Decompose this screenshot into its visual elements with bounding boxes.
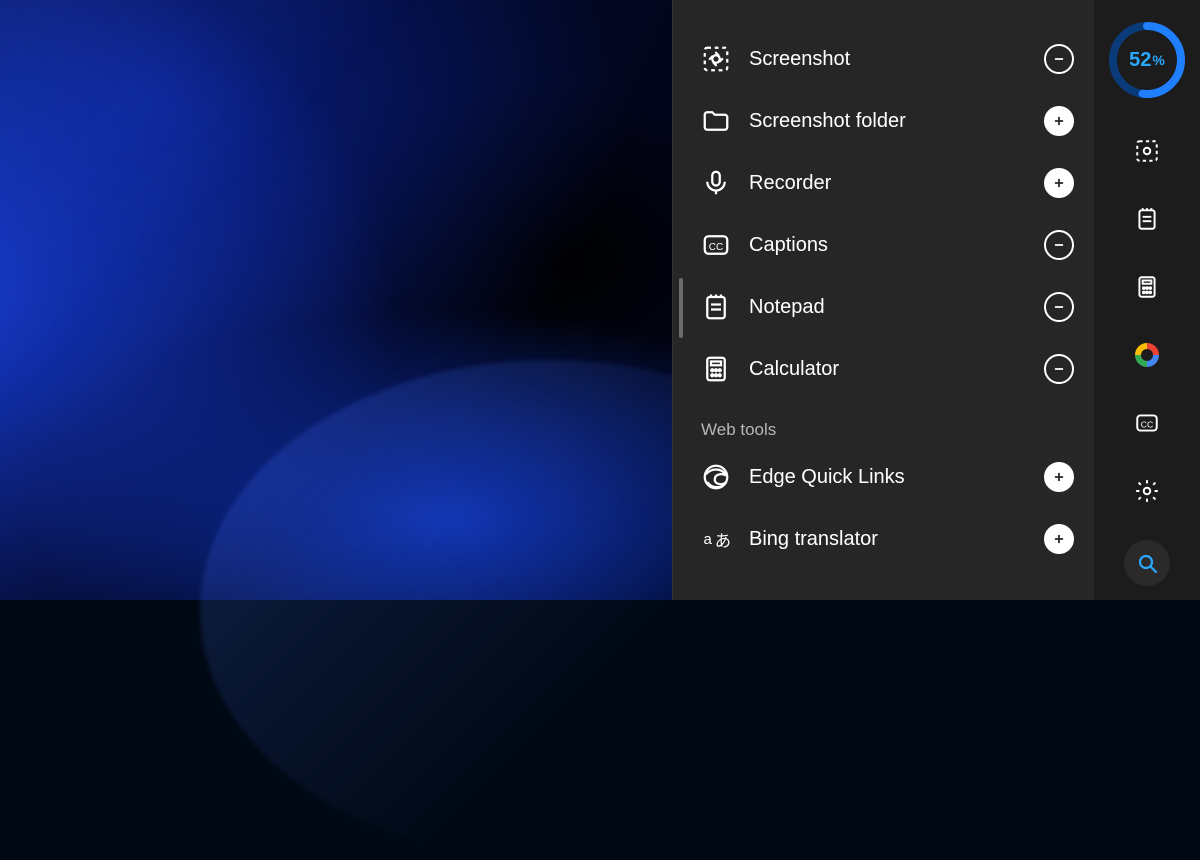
gauge-value: 52% (1105, 18, 1189, 102)
tool-label: Captions (749, 234, 1026, 257)
remove-button[interactable] (1044, 292, 1074, 322)
tool-label: Screenshot (749, 48, 1026, 71)
tool-row-captions[interactable]: CC Captions (701, 214, 1074, 276)
add-button[interactable] (1044, 168, 1074, 198)
notepad-icon (701, 292, 731, 322)
translate-icon: aあ (701, 524, 731, 554)
tool-label: Screenshot folder (749, 110, 1026, 133)
svg-text:a: a (704, 531, 713, 548)
folder-icon (701, 106, 731, 136)
sidebar-settings-icon[interactable] (1128, 472, 1166, 510)
sidebar-google-icon[interactable] (1128, 336, 1166, 374)
performance-gauge[interactable]: 52% (1105, 18, 1189, 102)
tool-row-screenshot-folder[interactable]: Screenshot folder (701, 90, 1074, 152)
add-button[interactable] (1044, 524, 1074, 554)
svg-text:あ: あ (715, 533, 731, 551)
svg-text:CC: CC (709, 242, 723, 253)
tool-label: Recorder (749, 172, 1026, 195)
screenshot-icon (701, 44, 731, 74)
tool-row-calculator[interactable]: Calculator (701, 338, 1074, 400)
sidebar-screenshot-icon[interactable] (1128, 132, 1166, 170)
google-icon (1135, 343, 1159, 367)
tool-row-edge-quick-links[interactable]: Edge Quick Links (701, 446, 1074, 508)
section-header-web-tools: Web tools (701, 400, 1074, 446)
edge-icon (701, 462, 731, 492)
tool-row-recorder[interactable]: Recorder (701, 152, 1074, 214)
remove-button[interactable] (1044, 354, 1074, 384)
tool-row-screenshot[interactable]: Screenshot (701, 28, 1074, 90)
scrollbar-thumb[interactable] (679, 278, 683, 338)
sidebar-notepad-icon[interactable] (1128, 200, 1166, 238)
add-button[interactable] (1044, 462, 1074, 492)
sidebar-captions-icon[interactable]: CC (1128, 404, 1166, 442)
tools-panel: Screenshot Screenshot folder Recorder CC… (672, 0, 1094, 600)
tool-label: Bing translator (749, 528, 1026, 551)
tool-label: Edge Quick Links (749, 466, 1026, 489)
tool-row-notepad[interactable]: Notepad (701, 276, 1074, 338)
tool-label: Calculator (749, 358, 1026, 381)
sidebar: 52% CC (1094, 0, 1200, 600)
svg-text:CC: CC (1141, 419, 1154, 429)
captions-icon: CC (701, 230, 731, 260)
microphone-icon (701, 168, 731, 198)
sidebar-search-button[interactable] (1124, 540, 1170, 586)
tool-label: Notepad (749, 296, 1026, 319)
calculator-icon (701, 354, 731, 384)
tool-row-bing-translator[interactable]: aあ Bing translator (701, 508, 1074, 570)
add-button[interactable] (1044, 106, 1074, 136)
sidebar-calculator-icon[interactable] (1128, 268, 1166, 306)
remove-button[interactable] (1044, 230, 1074, 260)
remove-button[interactable] (1044, 44, 1074, 74)
